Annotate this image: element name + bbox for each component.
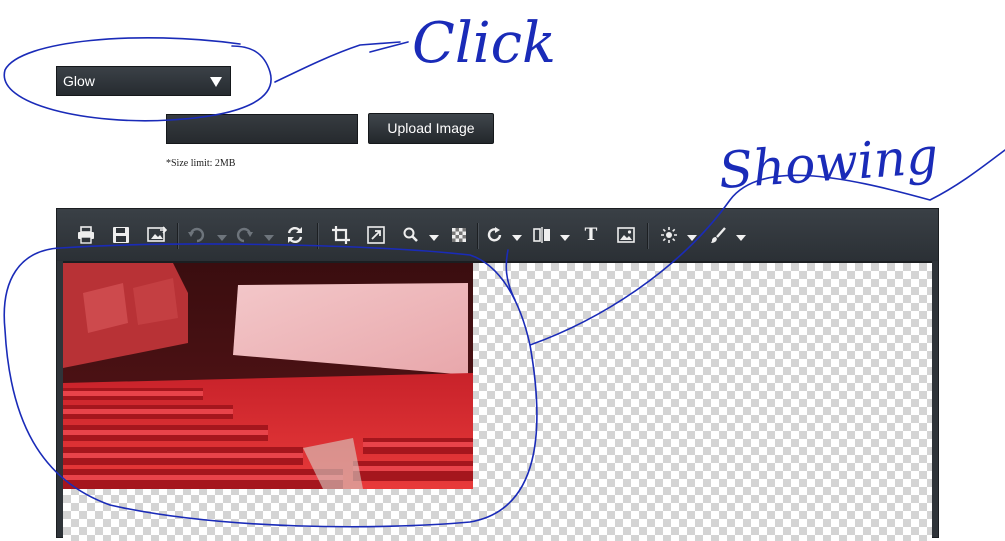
resize-icon[interactable] — [365, 223, 387, 247]
chevron-down-icon — [210, 77, 222, 87]
file-input[interactable] — [166, 114, 358, 144]
redo-icon[interactable] — [234, 223, 254, 247]
brightness-icon[interactable] — [659, 223, 679, 247]
zoom-dropdown-icon[interactable] — [429, 235, 439, 241]
brightness-dropdown-icon[interactable] — [687, 235, 697, 241]
rotate-icon[interactable] — [485, 223, 505, 247]
editor-canvas[interactable] — [63, 261, 932, 541]
undo-dropdown-icon[interactable] — [217, 235, 227, 241]
crop-icon[interactable] — [330, 223, 352, 247]
reset-icon[interactable] — [284, 223, 306, 247]
text-icon[interactable]: T — [581, 223, 601, 247]
brush-icon[interactable] — [708, 223, 728, 247]
image-editor: T — [56, 208, 939, 541]
print-icon[interactable] — [75, 223, 97, 247]
transparency-icon[interactable] — [450, 223, 468, 247]
save-icon[interactable] — [110, 223, 132, 247]
showing-annotation: Showing — [717, 127, 940, 200]
export-icon[interactable] — [145, 223, 169, 247]
flip-dropdown-icon[interactable] — [560, 235, 570, 241]
click-annotation: Click — [412, 11, 556, 76]
loaded-image — [63, 263, 473, 489]
undo-icon[interactable] — [187, 223, 207, 247]
effect-select[interactable]: Glow — [56, 66, 231, 96]
effect-select-value: Glow — [63, 73, 95, 89]
rotate-dropdown-icon[interactable] — [512, 235, 522, 241]
brush-dropdown-icon[interactable] — [736, 235, 746, 241]
upload-image-button[interactable]: Upload Image — [368, 113, 494, 144]
flip-icon[interactable] — [532, 223, 552, 247]
size-limit-note: *Size limit: 2MB — [166, 158, 236, 169]
zoom-icon[interactable] — [401, 223, 421, 247]
editor-toolbar: T — [57, 209, 938, 261]
insert-image-icon[interactable] — [615, 223, 637, 247]
redo-dropdown-icon[interactable] — [264, 235, 274, 241]
